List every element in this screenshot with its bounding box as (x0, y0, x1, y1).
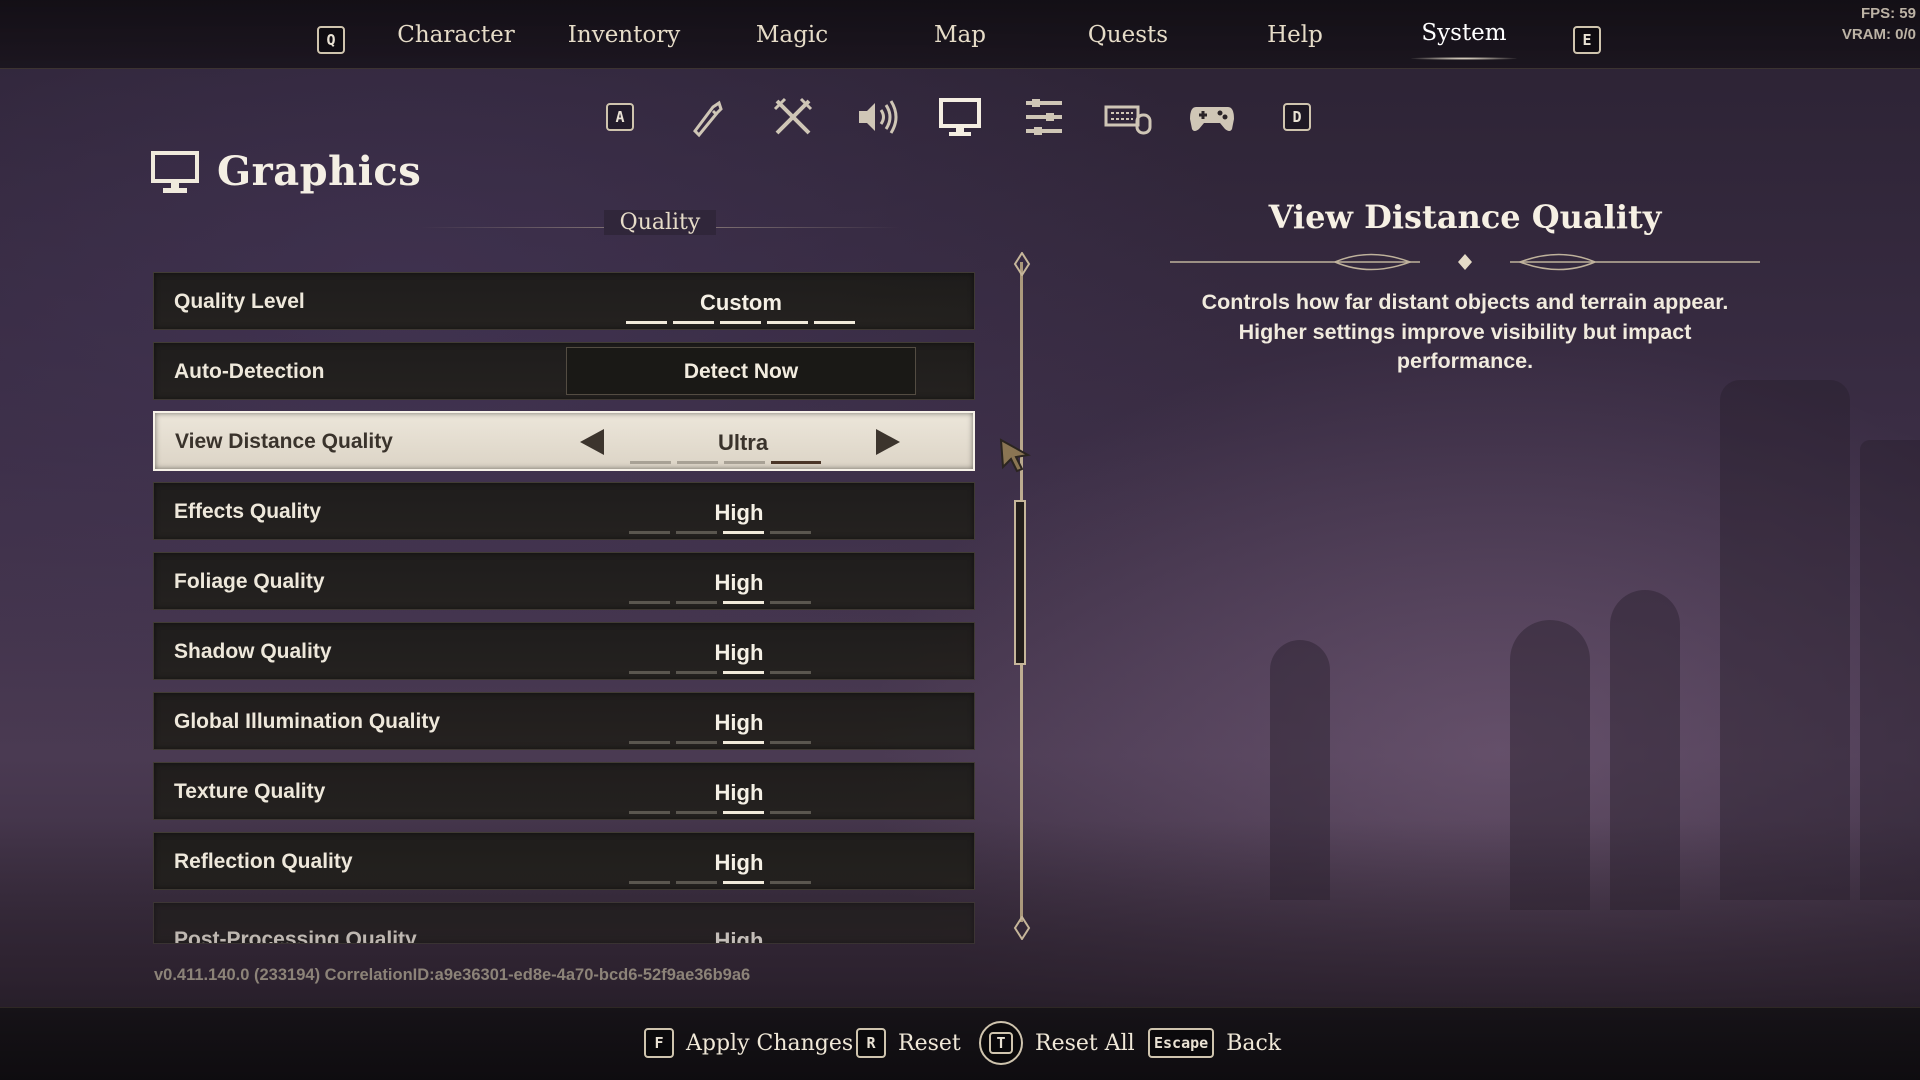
section-title: Quality (603, 210, 717, 235)
setting-row-shadow[interactable]: Shadow Quality High (153, 622, 975, 680)
setting-row-global-illumination[interactable]: Global Illumination Quality High (153, 692, 975, 750)
description-body: Controls how far distant objects and ter… (1201, 290, 1729, 373)
scroll-down-icon[interactable] (1010, 916, 1034, 940)
perf-readout: FPS: 59 VRAM: 0/0 (1842, 3, 1916, 45)
quality-pips (626, 321, 855, 324)
setting-label: Auto-Detection (174, 360, 325, 383)
quality-pips (629, 531, 811, 534)
scrollbar-thumb[interactable] (1014, 500, 1026, 665)
prev-tab-key[interactable]: Q (317, 26, 345, 54)
mouse-cursor-icon (999, 438, 1031, 473)
monitor-icon (150, 150, 200, 200)
setting-row-texture[interactable]: Texture Quality High (153, 762, 975, 820)
key-t: T (979, 1021, 1023, 1065)
detect-now-button[interactable]: Detect Now (566, 347, 916, 395)
hint-label: Reset All (1035, 1030, 1135, 1056)
setting-row-view-distance[interactable]: View Distance Quality Ultra (153, 411, 975, 471)
setting-value: High (714, 570, 764, 595)
controls-icon[interactable] (1016, 92, 1072, 142)
key-r: R (856, 1028, 886, 1058)
setting-row-reflection[interactable]: Reflection Quality High (153, 832, 975, 890)
reset-all-hint[interactable]: T Reset All (979, 1021, 1135, 1065)
combat-icon[interactable] (765, 92, 821, 142)
tab-character[interactable]: Character (397, 22, 515, 48)
hint-label: Apply Changes (686, 1030, 854, 1056)
setting-label: Quality Level (174, 290, 305, 313)
setting-row-post-processing[interactable]: Post-Processing Quality High (153, 902, 975, 944)
vram-counter: VRAM: 0/0 (1841, 26, 1916, 43)
key-escape: Escape (1148, 1028, 1215, 1058)
setting-row-auto-detection: Auto-Detection Detect Now (153, 342, 975, 400)
setting-label: Effects Quality (174, 500, 322, 523)
setting-value: Ultra (717, 430, 769, 455)
setting-label: Post-Processing Quality (174, 928, 417, 944)
setting-value: High (714, 640, 764, 665)
setting-value: High (714, 850, 764, 875)
apply-changes-hint[interactable]: F Apply Changes (644, 1028, 853, 1058)
page-title: Graphics (217, 148, 422, 195)
setting-row-effects[interactable]: Effects Quality High (153, 482, 975, 540)
reset-hint[interactable]: R Reset (856, 1028, 961, 1058)
tab-help[interactable]: Help (1267, 22, 1323, 48)
version-string: v0.411.140.0 (233194) CorrelationID:a9e3… (154, 966, 751, 984)
hint-label: Back (1226, 1030, 1282, 1056)
quality-pips (629, 881, 811, 884)
ornament-divider-icon (1170, 253, 1760, 271)
setting-label: View Distance Quality (175, 430, 393, 453)
tab-magic[interactable]: Magic (756, 22, 828, 48)
next-tab-key[interactable]: E (1573, 26, 1601, 54)
description-title: View Distance Quality (1268, 198, 1662, 236)
keyboard-mouse-icon[interactable] (1100, 92, 1156, 142)
key-f: F (644, 1028, 674, 1058)
setting-label: Reflection Quality (174, 850, 353, 873)
setting-value: Custom (700, 290, 782, 315)
setting-value: High (714, 928, 764, 944)
tab-inventory[interactable]: Inventory (568, 22, 680, 48)
setting-label: Shadow Quality (174, 640, 332, 663)
setting-label: Foliage Quality (174, 570, 325, 593)
setting-value: High (714, 710, 764, 735)
setting-label: Global Illumination Quality (174, 710, 441, 733)
tab-system[interactable]: System (1411, 20, 1517, 60)
quality-pips (629, 671, 811, 674)
setting-value: High (714, 780, 764, 805)
setting-value: High (714, 500, 764, 525)
graphics-icon[interactable] (932, 92, 988, 142)
arrow-right-icon[interactable] (876, 429, 900, 455)
section-header: Quality (420, 210, 900, 235)
quality-pips (629, 601, 811, 604)
gameplay-icon[interactable] (679, 92, 735, 142)
scroll-up-icon[interactable] (1010, 252, 1034, 276)
setting-row-quality-level[interactable]: Quality Level Custom (153, 272, 975, 330)
audio-icon[interactable] (849, 92, 905, 142)
back-hint[interactable]: Escape Back (1148, 1028, 1281, 1058)
hint-label: Reset (898, 1030, 961, 1056)
next-category-key[interactable]: D (1283, 103, 1311, 131)
setting-row-foliage[interactable]: Foliage Quality High (153, 552, 975, 610)
prev-category-key[interactable]: A (606, 103, 634, 131)
tab-quests[interactable]: Quests (1088, 22, 1168, 48)
quality-pips (629, 811, 811, 814)
quality-pips (629, 741, 811, 744)
gamepad-icon[interactable] (1184, 92, 1240, 142)
fps-counter: FPS: 59 (1860, 5, 1916, 22)
tab-map[interactable]: Map (934, 22, 986, 48)
setting-label: Texture Quality (174, 780, 326, 803)
quality-pips (630, 461, 821, 464)
